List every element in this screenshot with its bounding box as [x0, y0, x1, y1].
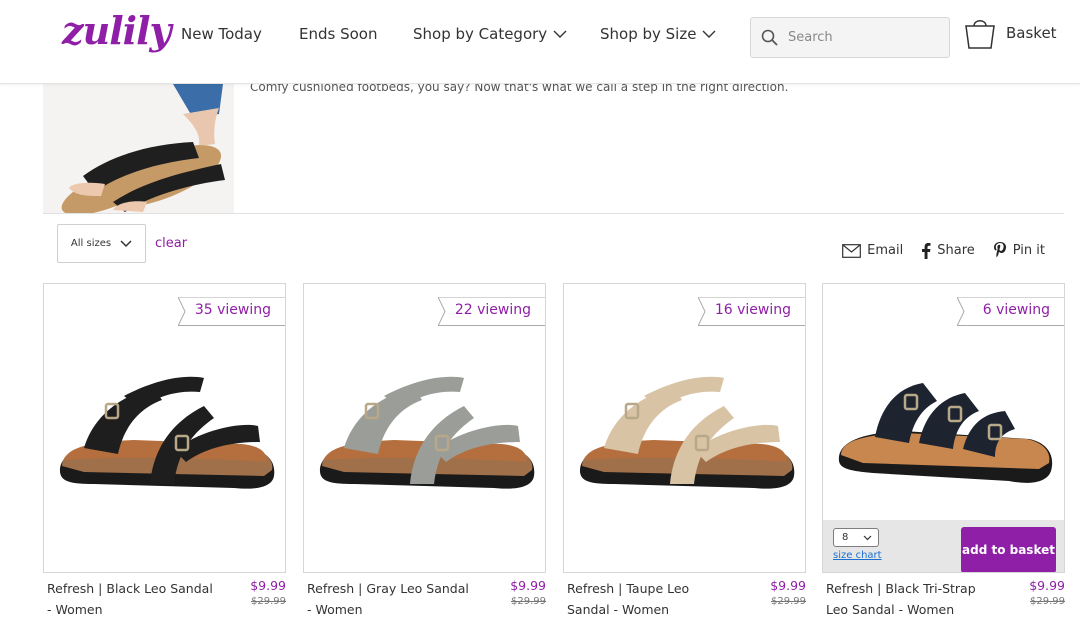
product-name[interactable]: Refresh | Gray Leo Sandal - Women — [307, 578, 475, 620]
size-chart-link[interactable]: size chart — [833, 550, 882, 561]
product-original-price: $29.99 — [771, 596, 806, 607]
nav-shop-by-size-label: Shop by Size — [600, 25, 697, 43]
clear-filters-link[interactable]: clear — [155, 236, 187, 251]
chevron-down-icon — [702, 30, 716, 38]
product-image[interactable] — [314, 344, 536, 504]
pinterest-share-label: Pin it — [1012, 243, 1045, 258]
size-filter-label: All sizes — [70, 238, 112, 249]
basket-link[interactable]: Basket — [963, 16, 1057, 50]
email-icon — [842, 243, 862, 258]
viewing-badge: 35 viewing — [178, 297, 285, 326]
product-price: $9.99 — [770, 578, 806, 593]
quick-add-bar: 8 size chart add to basket — [823, 520, 1064, 572]
pinterest-icon — [993, 242, 1006, 258]
nav-shop-by-category[interactable]: Shop by Category — [413, 25, 567, 43]
product-card-3[interactable]: 6 viewing 8 size chart add to basket — [822, 283, 1065, 573]
product-name[interactable]: Refresh | Black Leo Sandal - Women — [47, 578, 215, 620]
site-header: zulily New Today Ends Soon Shop by Categ… — [0, 0, 1080, 84]
zulily-logo[interactable]: zulily — [62, 8, 172, 53]
size-select[interactable]: 8 — [833, 528, 879, 547]
product-info-2: Refresh | Taupe Leo Sandal - Women $9.99… — [563, 578, 806, 636]
product-original-price: $29.99 — [511, 596, 546, 607]
email-share-button[interactable]: Email — [842, 242, 903, 259]
divider — [43, 213, 1064, 214]
size-select-value: 8 — [842, 532, 849, 543]
search-box[interactable] — [750, 17, 950, 58]
viewing-count: 22 viewing — [454, 302, 531, 318]
viewing-count: 6 viewing — [982, 302, 1050, 318]
event-banner-image — [43, 84, 234, 213]
chevron-down-icon — [553, 30, 567, 38]
share-bar: Email Share Pin it — [842, 242, 1045, 259]
viewing-count: 16 viewing — [714, 302, 791, 318]
facebook-icon — [922, 242, 931, 259]
product-original-price: $29.99 — [251, 596, 286, 607]
product-name[interactable]: Refresh | Taupe Leo Sandal - Women — [567, 578, 735, 620]
search-input[interactable] — [788, 30, 938, 45]
chevron-down-icon — [863, 535, 872, 540]
product-original-price: $29.99 — [1030, 596, 1065, 607]
product-image[interactable] — [574, 344, 796, 504]
viewing-badge: 22 viewing — [438, 297, 545, 326]
product-image[interactable] — [833, 339, 1055, 499]
nav-new-today-label: New Today — [181, 25, 262, 43]
add-to-basket-button[interactable]: add to basket — [961, 527, 1056, 572]
product-info-1: Refresh | Gray Leo Sandal - Women $9.99 … — [303, 578, 546, 636]
email-share-label: Email — [867, 243, 904, 258]
product-card-0[interactable]: 35 viewing — [43, 283, 286, 573]
product-image[interactable] — [54, 344, 276, 504]
nav-shop-by-category-label: Shop by Category — [413, 25, 548, 43]
product-info-3: Refresh | Black Tri-Strap Leo Sandal - W… — [822, 578, 1065, 636]
viewing-count: 35 viewing — [194, 302, 271, 318]
basket-label: Basket — [1006, 24, 1057, 42]
pinterest-share-button[interactable]: Pin it — [993, 242, 1045, 259]
viewing-badge: 16 viewing — [698, 297, 805, 326]
facebook-share-label: Share — [937, 243, 975, 258]
basket-icon — [965, 20, 995, 49]
nav-ends-soon-label: Ends Soon — [299, 25, 378, 43]
product-price: $9.99 — [250, 578, 286, 593]
nav-shop-by-size[interactable]: Shop by Size — [600, 25, 716, 43]
nav-new-today[interactable]: New Today — [181, 25, 262, 43]
chevron-down-icon — [120, 239, 132, 247]
viewing-badge: 6 viewing — [957, 297, 1064, 326]
size-filter-dropdown[interactable]: All sizes — [57, 224, 146, 263]
product-card-1[interactable]: 22 viewing — [303, 283, 546, 573]
search-icon[interactable] — [760, 28, 780, 48]
product-price: $9.99 — [1029, 578, 1065, 593]
product-card-2[interactable]: 16 viewing — [563, 283, 806, 573]
product-info-0: Refresh | Black Leo Sandal - Women $9.99… — [43, 578, 286, 636]
nav-ends-soon[interactable]: Ends Soon — [299, 25, 377, 43]
product-name[interactable]: Refresh | Black Tri-Strap Leo Sandal - W… — [826, 578, 994, 620]
product-price: $9.99 — [510, 578, 546, 593]
facebook-share-button[interactable]: Share — [921, 242, 975, 259]
